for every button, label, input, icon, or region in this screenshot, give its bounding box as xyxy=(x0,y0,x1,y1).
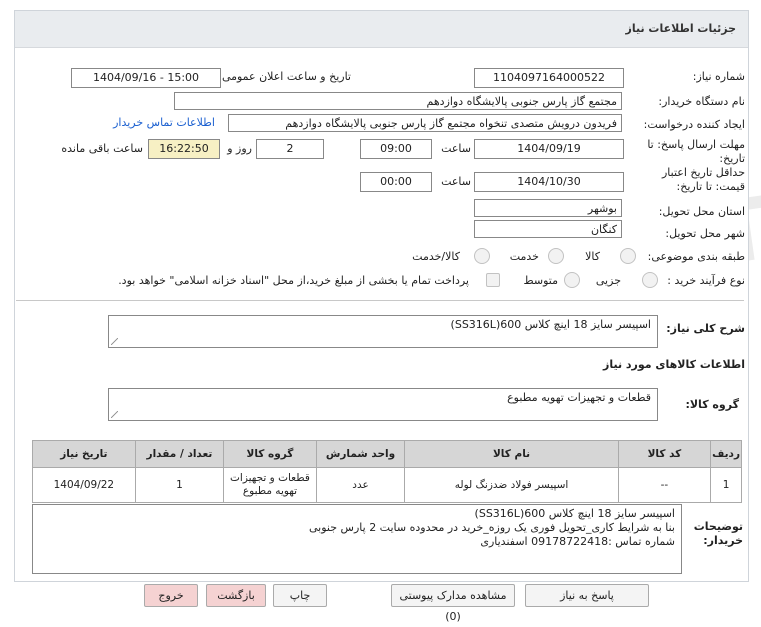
items-table: ردیف کد کالا نام کالا واحد شمارش گروه کا… xyxy=(32,440,742,503)
city-label: شهر محل تحویل: xyxy=(665,227,745,240)
cell-group: قطعات و تجهیزات تهویه مطبوع xyxy=(223,467,317,503)
resize-grip-icon[interactable] xyxy=(111,411,118,418)
exit-button[interactable]: خروج xyxy=(144,584,198,607)
back-button[interactable]: بازگشت xyxy=(206,584,266,607)
summary-textarea[interactable]: اسپیسر سایز 18 اینچ کلاس 600(SS316L) xyxy=(108,315,658,348)
buyer-notes-textarea[interactable]: اسپیسر سایز 18 اینچ کلاس 600(SS316L) بنا… xyxy=(32,504,682,574)
contact-buyer-link[interactable]: اطلاعات تماس خریدار xyxy=(113,116,215,129)
process-radio-minor[interactable] xyxy=(642,272,658,288)
announce-label: تاریخ و ساعت اعلان عمومی: xyxy=(218,70,351,83)
divider xyxy=(16,300,744,301)
category-radio-both[interactable] xyxy=(474,248,490,264)
category-radio-goods[interactable] xyxy=(620,248,636,264)
col-date: تاریخ نیاز xyxy=(32,440,136,468)
days-field[interactable]: 2 xyxy=(256,139,324,159)
resize-grip-icon[interactable] xyxy=(111,338,118,345)
reply-time-label: ساعت xyxy=(441,142,471,155)
category-option-both: کالا/خدمت xyxy=(412,250,460,263)
requester-label: ایجاد کننده درخواست: xyxy=(643,118,745,131)
cell-date: 1404/09/22 xyxy=(32,467,136,503)
col-qty: تعداد / مقدار xyxy=(134,440,225,468)
payment-checkbox[interactable] xyxy=(486,273,500,287)
process-radio-medium[interactable] xyxy=(564,272,580,288)
col-name: نام کالا xyxy=(404,440,619,468)
goods-info-title: اطلاعات کالاهای مورد نیاز xyxy=(603,358,745,371)
days-label: روز و xyxy=(227,142,252,155)
buyer-notes-line: اسپیسر سایز 18 اینچ کلاس 600(SS316L) xyxy=(474,507,675,520)
city-field[interactable]: کنگان xyxy=(474,220,622,238)
reply-time-field[interactable]: 09:00 xyxy=(360,139,432,159)
reply-button[interactable]: پاسخ به نیاز xyxy=(525,584,649,607)
col-group: گروه کالا xyxy=(223,440,317,468)
validity-label: حداقل تاریخ اعتبار قیمت: تا تاریخ: xyxy=(661,166,745,193)
col-unit: واحد شمارش xyxy=(315,440,406,468)
validity-time-field[interactable]: 00:00 xyxy=(360,172,432,192)
summary-label: شرح کلی نیاز: xyxy=(666,322,745,335)
goods-group-label: گروه کالا: xyxy=(685,398,739,411)
attachments-button[interactable]: مشاهده مدارک پیوستی (0) xyxy=(391,584,515,623)
category-label: طبقه بندی موضوعی: xyxy=(647,250,745,263)
page-title: جزئیات اطلاعات نیاز xyxy=(625,22,737,35)
process-option-minor: جزیی xyxy=(595,274,621,287)
announce-field[interactable]: 1404/09/16 - 15:00 xyxy=(71,68,221,88)
buyer-notes-line: شماره تماس :09178722418 اسفندیاری xyxy=(480,535,675,548)
goods-group-text: قطعات و تجهیزات تهویه مطبوع xyxy=(507,391,651,404)
category-option-service: خدمت xyxy=(509,250,539,263)
payment-note: پرداخت تمام یا بخشی از مبلغ خرید،از محل … xyxy=(118,274,469,287)
panel-header: جزئیات اطلاعات نیاز xyxy=(15,11,748,48)
requester-field[interactable]: فریدون درویش متصدی تنخواه مجتمع گاز پارس… xyxy=(228,114,622,132)
category-option-goods: کالا xyxy=(585,250,600,263)
cell-code: -- xyxy=(617,467,712,503)
summary-text: اسپیسر سایز 18 اینچ کلاس 600(SS316L) xyxy=(450,318,651,331)
col-code: کد کالا xyxy=(617,440,712,468)
cell-qty: 1 xyxy=(134,467,225,503)
goods-group-textarea[interactable]: قطعات و تجهیزات تهویه مطبوع xyxy=(108,388,658,421)
buyer-notes-label: توضیحات خریدار: xyxy=(693,520,743,547)
need-number-field[interactable]: 1104097164000522 xyxy=(474,68,624,88)
cell-unit: عدد xyxy=(315,467,406,503)
validity-date-field[interactable]: 1404/10/30 xyxy=(474,172,624,192)
reply-deadline-label: مهلت ارسال پاسخ: تا تاریخ: xyxy=(647,138,745,165)
buyer-org-field[interactable]: مجتمع گاز پارس جنوبی پالایشگاه دوازدهم xyxy=(174,92,622,110)
reply-date-field[interactable]: 1404/09/19 xyxy=(474,139,624,159)
need-number-label: شماره نیاز: xyxy=(692,70,745,83)
process-label: نوع فرآیند خرید : xyxy=(667,274,745,287)
validity-time-label: ساعت xyxy=(441,175,471,188)
province-field[interactable]: بوشهر xyxy=(474,199,622,217)
table-row[interactable]: 1 -- اسپیسر فولاد ضدزنگ لوله عدد قطعات و… xyxy=(32,467,742,503)
col-row: ردیف xyxy=(710,440,742,468)
cell-row: 1 xyxy=(710,467,742,503)
buyer-notes-line: بنا به شرایط کاری_تحویل فوری یک روزه_خری… xyxy=(309,521,675,534)
table-header-row: ردیف کد کالا نام کالا واحد شمارش گروه کا… xyxy=(32,440,742,468)
buyer-org-label: نام دستگاه خریدار: xyxy=(658,95,745,108)
cell-name: اسپیسر فولاد ضدزنگ لوله xyxy=(404,467,619,503)
remaining-label: ساعت باقی مانده xyxy=(61,142,143,155)
print-button[interactable]: چاپ xyxy=(273,584,327,607)
remaining-time-field: 16:22:50 xyxy=(148,139,220,159)
process-option-medium: متوسط xyxy=(523,274,558,287)
province-label: استان محل تحویل: xyxy=(658,205,745,218)
category-radio-service[interactable] xyxy=(548,248,564,264)
